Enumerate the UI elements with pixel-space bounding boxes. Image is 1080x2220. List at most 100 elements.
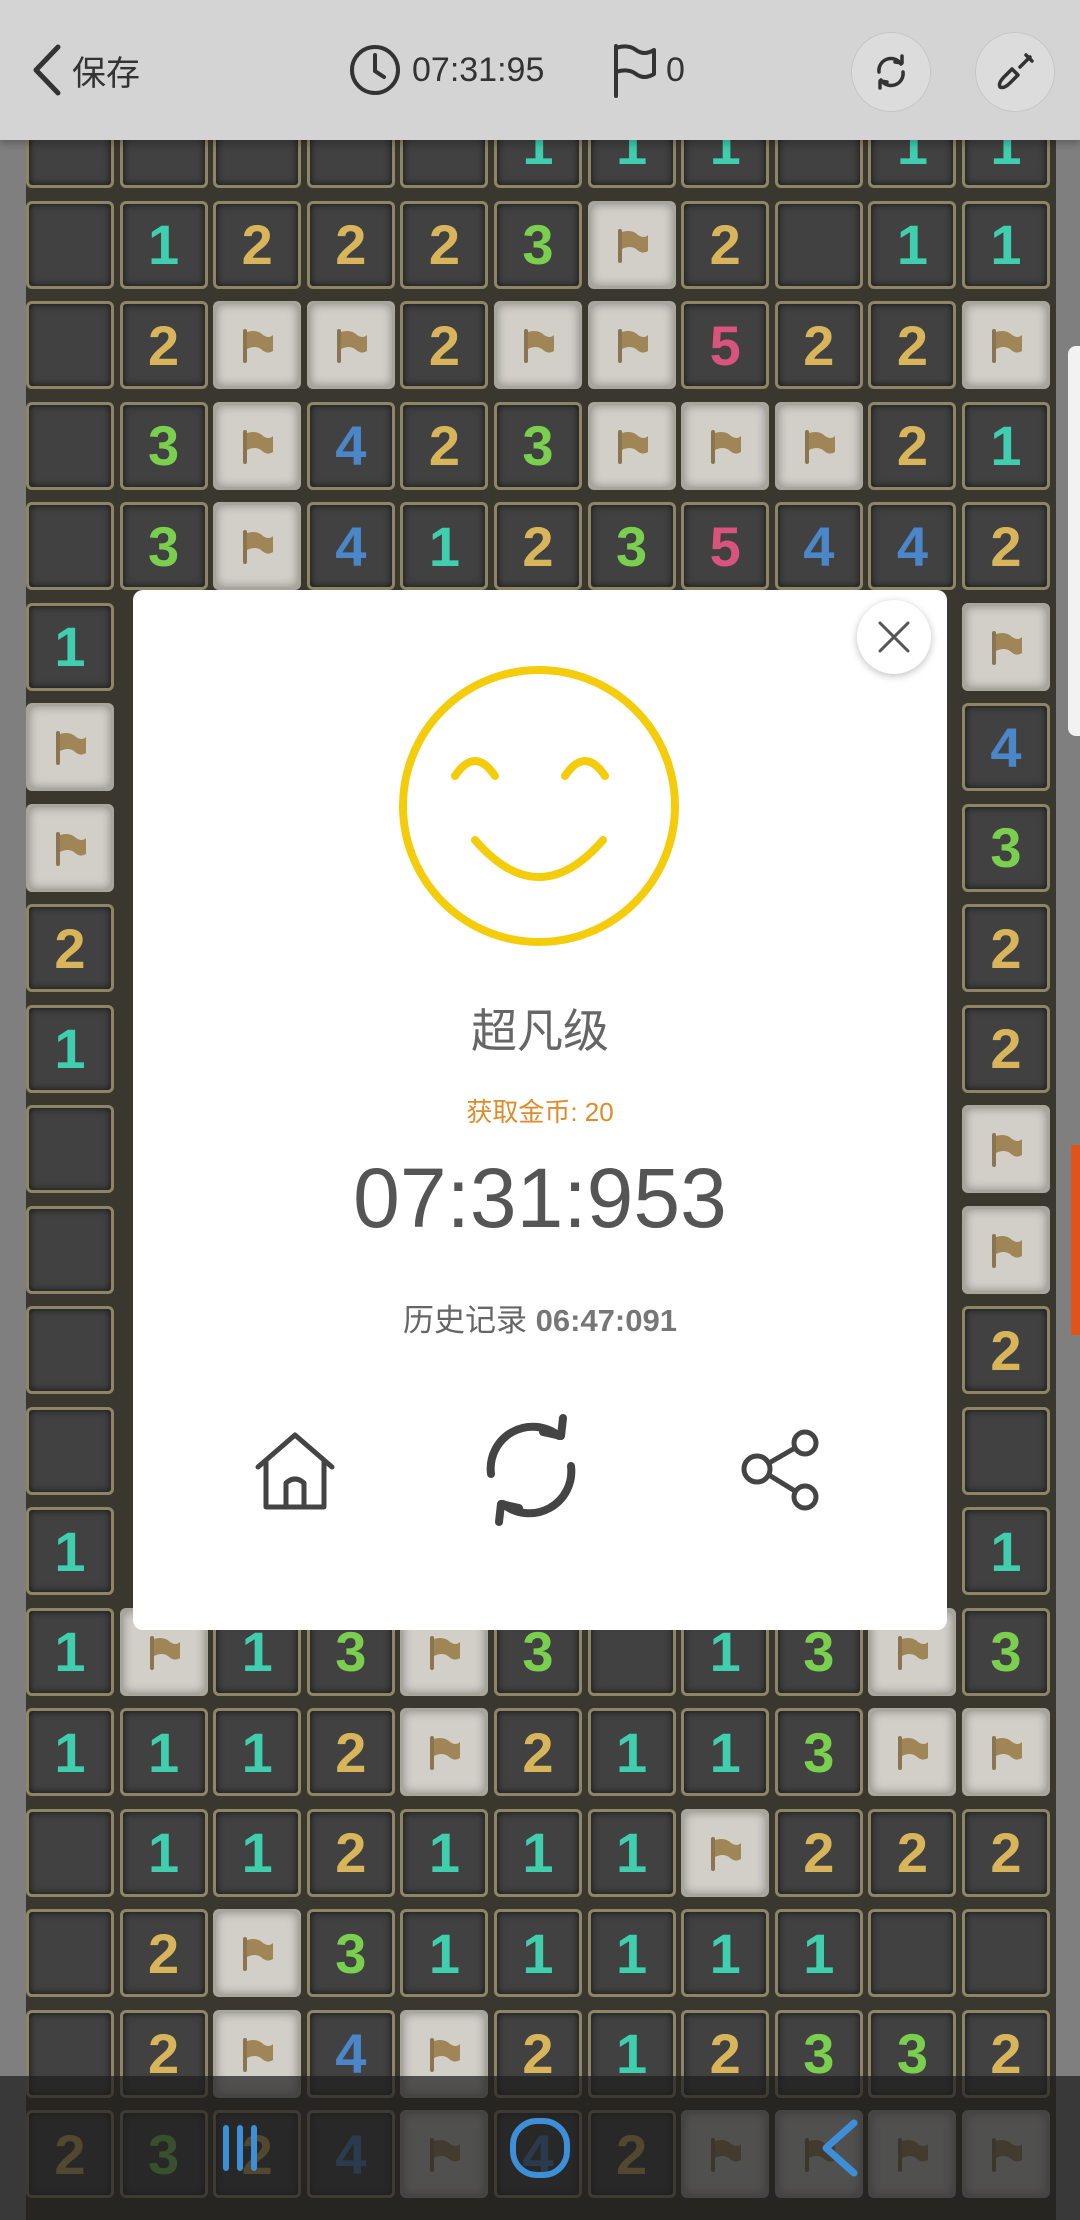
board-cell-number[interactable]: 1 [962, 200, 1050, 289]
board-cell-number[interactable]: 3 [962, 1607, 1050, 1696]
board-cell-number[interactable]: 1 [774, 1909, 863, 1997]
board-cell-number[interactable]: 1 [587, 1909, 676, 1997]
restart-button[interactable] [851, 32, 931, 112]
board-cell-number[interactable]: 2 [306, 200, 395, 289]
board-cell-number[interactable]: 1 [26, 1607, 114, 1696]
board-cell-number[interactable]: 2 [962, 1004, 1050, 1093]
board-cell-number[interactable]: 2 [774, 1808, 863, 1897]
board-cell-flagged[interactable] [587, 301, 676, 389]
board-cell-number[interactable]: 3 [774, 1708, 863, 1796]
board-cell-number[interactable]: 2 [868, 1808, 957, 1897]
board-cell-empty[interactable] [26, 502, 114, 590]
board-cell-flagged[interactable] [962, 301, 1050, 389]
share-button[interactable] [737, 1425, 827, 1515]
board-cell-number[interactable]: 4 [306, 401, 395, 490]
board-cell-number[interactable]: 1 [494, 1909, 582, 1997]
board-cell-number[interactable]: 2 [681, 200, 770, 289]
tool-button[interactable] [975, 32, 1055, 112]
board-cell-flagged[interactable] [774, 401, 863, 490]
board-cell-number[interactable]: 2 [306, 1808, 395, 1897]
board-cell-flagged[interactable] [213, 401, 302, 490]
board-cell-number[interactable]: 1 [868, 200, 957, 289]
board-cell-number[interactable]: 1 [26, 1004, 114, 1093]
board-cell-number[interactable]: 2 [962, 1808, 1050, 1897]
board-cell-number[interactable]: 2 [26, 904, 114, 992]
board-cell-flagged[interactable] [681, 401, 770, 490]
board-cell-number[interactable]: 2 [213, 200, 302, 289]
board-cell-number[interactable]: 2 [494, 502, 582, 590]
board-cell-empty[interactable] [26, 301, 114, 389]
board-cell-number[interactable]: 4 [306, 502, 395, 590]
board-cell-number[interactable]: 4 [962, 703, 1050, 791]
board-cell-number[interactable]: 4 [774, 502, 863, 590]
board-cell-empty[interactable] [26, 200, 114, 289]
back-nav-button[interactable] [795, 2076, 885, 2220]
board-cell-flagged[interactable] [213, 301, 302, 389]
board-cell-flagged[interactable] [962, 1708, 1050, 1796]
board-cell-number[interactable]: 2 [868, 401, 957, 490]
board-cell-number[interactable]: 2 [400, 200, 489, 289]
replay-button[interactable] [469, 1408, 593, 1532]
board-cell-number[interactable]: 2 [400, 301, 489, 389]
board-cell-number[interactable]: 1 [26, 1708, 114, 1796]
board-cell-flagged[interactable] [962, 602, 1050, 691]
board-cell-number[interactable]: 1 [962, 401, 1050, 490]
board-cell-number[interactable]: 1 [213, 1708, 302, 1796]
board-cell-number[interactable]: 1 [26, 1507, 114, 1595]
board-cell-number[interactable]: 3 [494, 401, 582, 490]
board-cell-number[interactable]: 2 [962, 904, 1050, 992]
board-cell-flagged[interactable] [587, 200, 676, 289]
board-cell-number[interactable]: 1 [962, 1507, 1050, 1595]
board-cell-number[interactable]: 3 [306, 1909, 395, 1997]
board-cell-empty[interactable] [26, 1306, 114, 1394]
board-cell-empty[interactable] [962, 1406, 1050, 1495]
board-cell-number[interactable]: 3 [962, 803, 1050, 892]
board-cell-flagged[interactable] [962, 1205, 1050, 1294]
back-save-button[interactable]: 保存 [30, 40, 140, 100]
board-cell-number[interactable]: 1 [400, 1808, 489, 1897]
board-cell-number[interactable]: 1 [26, 602, 114, 691]
board-cell-number[interactable]: 1 [119, 200, 208, 289]
board-cell-number[interactable]: 2 [962, 1306, 1050, 1394]
board-cell-number[interactable]: 1 [681, 1708, 770, 1796]
board-cell-number[interactable]: 1 [119, 1808, 208, 1897]
board-cell-flagged[interactable] [26, 803, 114, 892]
board-cell-empty[interactable] [868, 1909, 957, 1997]
home-button[interactable] [245, 1420, 345, 1520]
board-cell-number[interactable]: 1 [119, 1708, 208, 1796]
board-cell-number[interactable]: 3 [119, 401, 208, 490]
board-cell-empty[interactable] [26, 1406, 114, 1495]
board-cell-number[interactable]: 2 [400, 401, 489, 490]
board-cell-number[interactable]: 1 [587, 1708, 676, 1796]
board-cell-flagged[interactable] [587, 401, 676, 490]
board-cell-number[interactable]: 2 [868, 301, 957, 389]
board-cell-flagged[interactable] [494, 301, 582, 389]
edge-panel-handle[interactable] [1068, 346, 1080, 736]
board-cell-number[interactable]: 5 [681, 301, 770, 389]
board-cell-empty[interactable] [962, 1909, 1050, 1997]
board-cell-number[interactable]: 1 [494, 1808, 582, 1897]
board-cell-empty[interactable] [26, 401, 114, 490]
board-cell-flagged[interactable] [400, 1708, 489, 1796]
board-cell-empty[interactable] [26, 1205, 114, 1294]
board-cell-flagged[interactable] [868, 1708, 957, 1796]
board-cell-number[interactable]: 1 [587, 1808, 676, 1897]
board-cell-empty[interactable] [26, 1909, 114, 1997]
board-cell-flagged[interactable] [962, 1105, 1050, 1193]
board-cell-flagged[interactable] [213, 502, 302, 590]
board-cell-flagged[interactable] [681, 1808, 770, 1897]
close-button[interactable] [857, 600, 931, 674]
board-cell-empty[interactable] [26, 1105, 114, 1193]
board-cell-number[interactable]: 2 [494, 1708, 582, 1796]
board-cell-number[interactable]: 2 [119, 1909, 208, 1997]
board-cell-number[interactable]: 2 [962, 502, 1050, 590]
board-cell-flagged[interactable] [306, 301, 395, 389]
board-cell-number[interactable]: 3 [119, 502, 208, 590]
board-cell-number[interactable]: 1 [681, 1909, 770, 1997]
board-cell-empty[interactable] [26, 1808, 114, 1897]
board-cell-number[interactable]: 4 [868, 502, 957, 590]
recent-apps-button[interactable] [195, 2076, 285, 2220]
board-cell-flagged[interactable] [213, 1909, 302, 1997]
board-cell-number[interactable]: 3 [494, 200, 582, 289]
board-cell-number[interactable]: 3 [587, 502, 676, 590]
